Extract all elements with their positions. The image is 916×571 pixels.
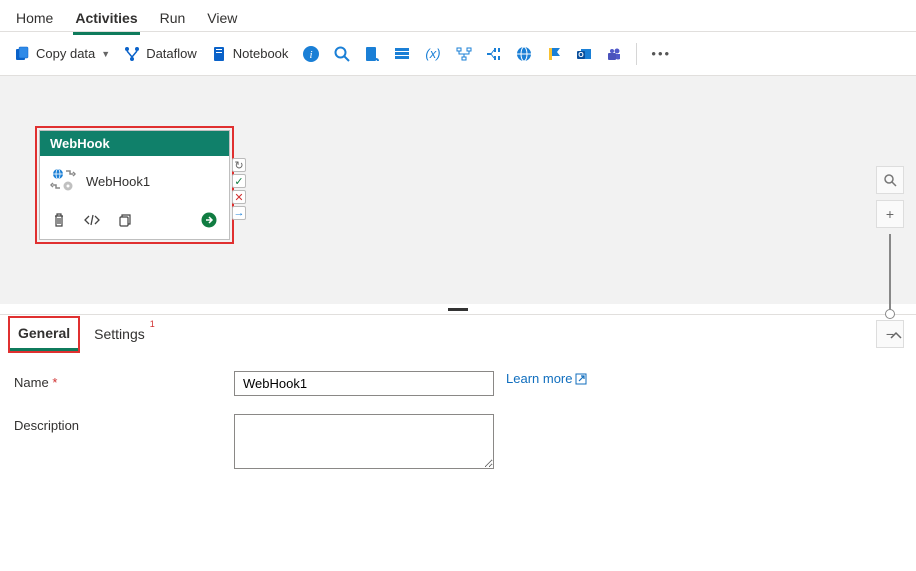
copy-data-label: Copy data xyxy=(36,46,95,61)
tab-settings[interactable]: Settings xyxy=(86,319,153,349)
code-icon[interactable] xyxy=(84,213,100,230)
zoom-slider-track[interactable] xyxy=(889,234,891,314)
tab-activities[interactable]: Activities xyxy=(73,6,139,35)
schema-icon[interactable] xyxy=(456,46,472,62)
table-icon[interactable] xyxy=(394,46,410,62)
search-icon[interactable] xyxy=(334,46,350,62)
connector-fail[interactable]: ✕ xyxy=(232,190,246,204)
settings-badge: 1 xyxy=(150,319,155,329)
script-icon[interactable] xyxy=(364,46,380,62)
run-icon[interactable] xyxy=(201,212,217,231)
name-field[interactable] xyxy=(234,371,494,396)
dataflow-button[interactable]: Dataflow xyxy=(124,46,197,62)
connector-skip[interactable]: → xyxy=(232,206,246,220)
tab-home[interactable]: Home xyxy=(14,6,55,32)
notebook-icon xyxy=(211,46,227,62)
toolbar: Copy data ▼ Dataflow Notebook i (x) xyxy=(0,32,916,76)
svg-text:i: i xyxy=(310,49,313,61)
info-icon[interactable]: i xyxy=(302,45,320,63)
top-tab-bar: Home Activities Run View xyxy=(0,0,916,32)
collapse-panel-icon[interactable] xyxy=(890,327,902,342)
globe-icon[interactable] xyxy=(516,46,532,62)
teams-icon[interactable] xyxy=(606,46,622,62)
copy-data-button[interactable]: Copy data ▼ xyxy=(14,46,110,62)
dataflow-icon xyxy=(124,46,140,62)
general-form: Name * Learn more Description xyxy=(0,353,916,487)
properties-panel: General Settings 1 Name * Learn more Des… xyxy=(0,314,916,487)
description-field[interactable] xyxy=(234,414,494,469)
activity-header: WebHook xyxy=(40,131,229,156)
activity-highlight: WebHook WebHook1 xyxy=(35,126,234,244)
more-icon[interactable]: ••• xyxy=(651,46,671,61)
delete-icon[interactable] xyxy=(52,213,66,230)
description-label: Description xyxy=(14,414,234,433)
webhook-icon xyxy=(50,168,76,195)
connector-success[interactable]: ✓ xyxy=(232,174,246,188)
tab-view[interactable]: View xyxy=(205,6,239,32)
learn-more-link[interactable]: Learn more xyxy=(506,371,587,386)
variable-icon[interactable]: (x) xyxy=(424,46,442,62)
dataflow-label: Dataflow xyxy=(146,46,197,61)
notebook-label: Notebook xyxy=(233,46,289,61)
search-canvas-icon[interactable] xyxy=(876,166,904,194)
flag-icon[interactable] xyxy=(546,46,562,62)
zoom-in-button[interactable]: + xyxy=(876,200,904,228)
outlook-icon[interactable]: O xyxy=(576,46,592,62)
pipeline-canvas[interactable]: WebHook WebHook1 xyxy=(0,76,916,304)
properties-tab-bar: General Settings 1 xyxy=(0,315,916,353)
tab-run[interactable]: Run xyxy=(158,6,188,32)
webhook-activity[interactable]: WebHook WebHook1 xyxy=(39,130,230,240)
copy-icon[interactable] xyxy=(118,213,132,230)
notebook-button[interactable]: Notebook xyxy=(211,46,289,62)
chevron-down-icon: ▼ xyxy=(101,49,110,59)
tab-general[interactable]: General xyxy=(10,318,78,351)
copy-data-icon xyxy=(14,46,30,62)
json-icon[interactable] xyxy=(486,46,502,62)
toolbar-separator xyxy=(636,43,637,65)
svg-text:(x): (x) xyxy=(426,46,441,61)
connector-retry[interactable]: ↻ xyxy=(232,158,246,172)
name-label: Name * xyxy=(14,371,234,390)
activity-name: WebHook1 xyxy=(86,174,150,189)
panel-resize-handle[interactable] xyxy=(0,304,916,314)
svg-text:O: O xyxy=(579,52,585,59)
